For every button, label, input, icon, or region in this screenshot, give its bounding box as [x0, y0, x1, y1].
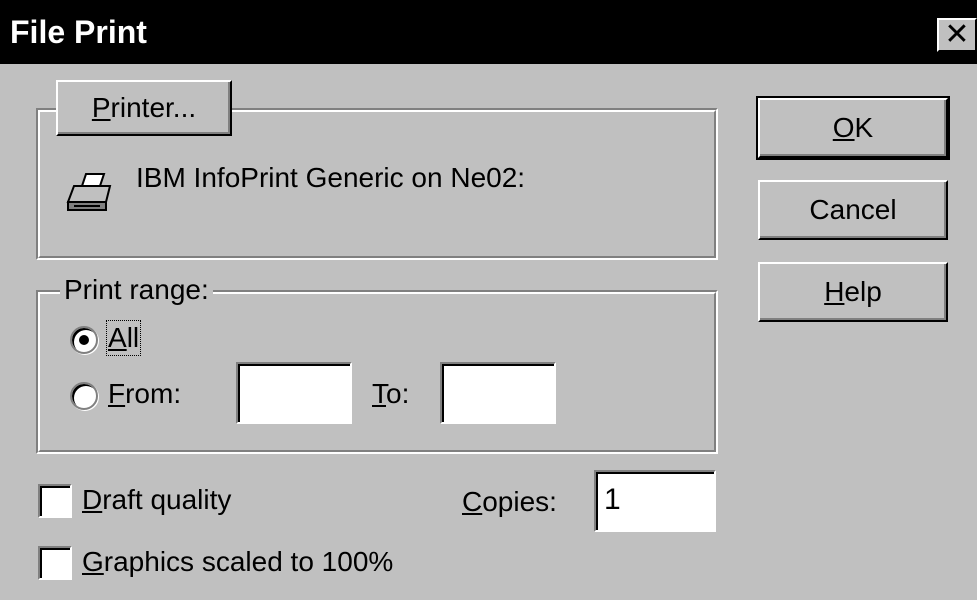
draft-quality-label[interactable]: Draft quality — [82, 484, 231, 516]
close-button[interactable]: ✕ — [937, 18, 977, 52]
help-button[interactable]: Help — [758, 262, 948, 322]
title-bar: File Print ✕ — [0, 0, 977, 64]
radio-all-label[interactable]: All — [105, 320, 142, 356]
radio-all[interactable] — [70, 326, 98, 354]
print-range-group — [36, 290, 718, 454]
ok-button[interactable]: OK — [756, 96, 950, 160]
draft-quality-checkbox[interactable] — [38, 484, 72, 518]
radio-from-label[interactable]: From: — [108, 378, 181, 410]
cancel-button[interactable]: Cancel — [758, 180, 948, 240]
printer-name: IBM InfoPrint Generic on Ne02: — [136, 162, 526, 193]
cancel-button-label: Cancel — [809, 194, 897, 225]
copies-label: Copies: — [462, 486, 557, 517]
graphics-scaled-checkbox[interactable] — [38, 546, 72, 580]
ok-button-label: OK — [832, 112, 874, 143]
printer-button-label: Printer... — [91, 92, 197, 123]
radio-from[interactable] — [70, 382, 98, 410]
printer-button[interactable]: Printer... — [56, 80, 232, 136]
print-range-legend: Print range: — [60, 274, 213, 306]
copies-input[interactable]: 1 — [594, 470, 716, 532]
radio-all-dot — [79, 335, 89, 345]
window-title: File Print — [10, 14, 147, 50]
close-icon: ✕ — [944, 17, 970, 52]
graphics-scaled-label[interactable]: Graphics scaled to 100% — [82, 546, 393, 578]
from-input[interactable] — [236, 362, 352, 424]
printer-icon — [66, 173, 112, 211]
to-input[interactable] — [440, 362, 556, 424]
to-label: To: — [372, 378, 410, 409]
help-button-label: Help — [824, 276, 882, 307]
